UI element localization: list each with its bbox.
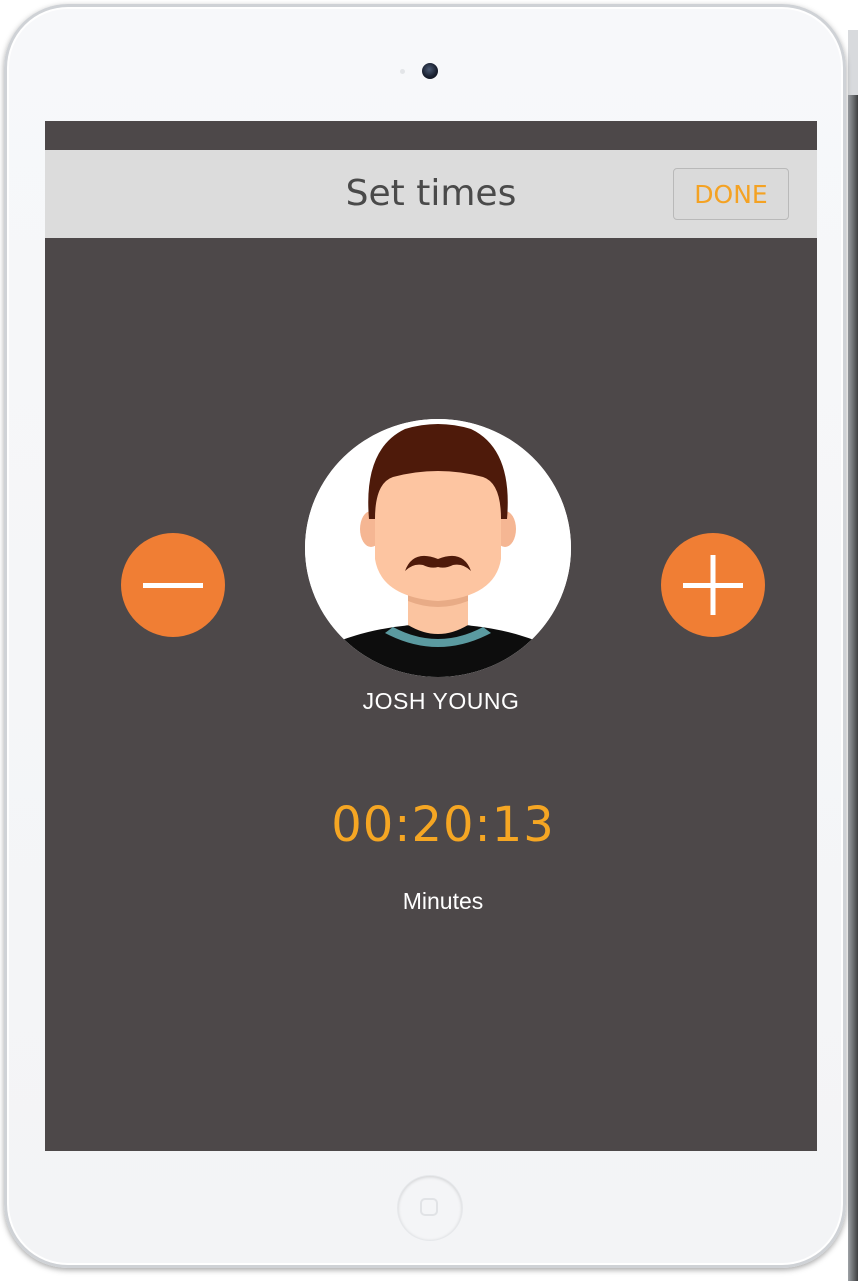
light-sensor xyxy=(400,69,405,74)
minus-icon xyxy=(143,583,203,588)
decrease-time-button[interactable] xyxy=(121,533,225,637)
increase-time-button[interactable] xyxy=(661,533,765,637)
device-edge-top xyxy=(848,30,858,95)
done-button[interactable]: DONE xyxy=(673,168,789,220)
home-square-icon xyxy=(420,1198,438,1216)
home-button[interactable] xyxy=(398,1176,462,1240)
person-name: JOSH YOUNG xyxy=(362,688,520,714)
timer-value: 00:20:13 xyxy=(331,797,555,853)
avatar xyxy=(305,419,571,677)
app-screen: Set times DONE JOSH YOUNG 00:20:13 Minut… xyxy=(45,121,817,1151)
camera-icon xyxy=(422,63,438,79)
timer-unit-label: Minutes xyxy=(402,888,484,914)
avatar-icon xyxy=(305,419,571,677)
header-bar: Set times DONE xyxy=(45,150,817,238)
device-edge xyxy=(848,95,858,1281)
plus-icon xyxy=(683,555,743,615)
